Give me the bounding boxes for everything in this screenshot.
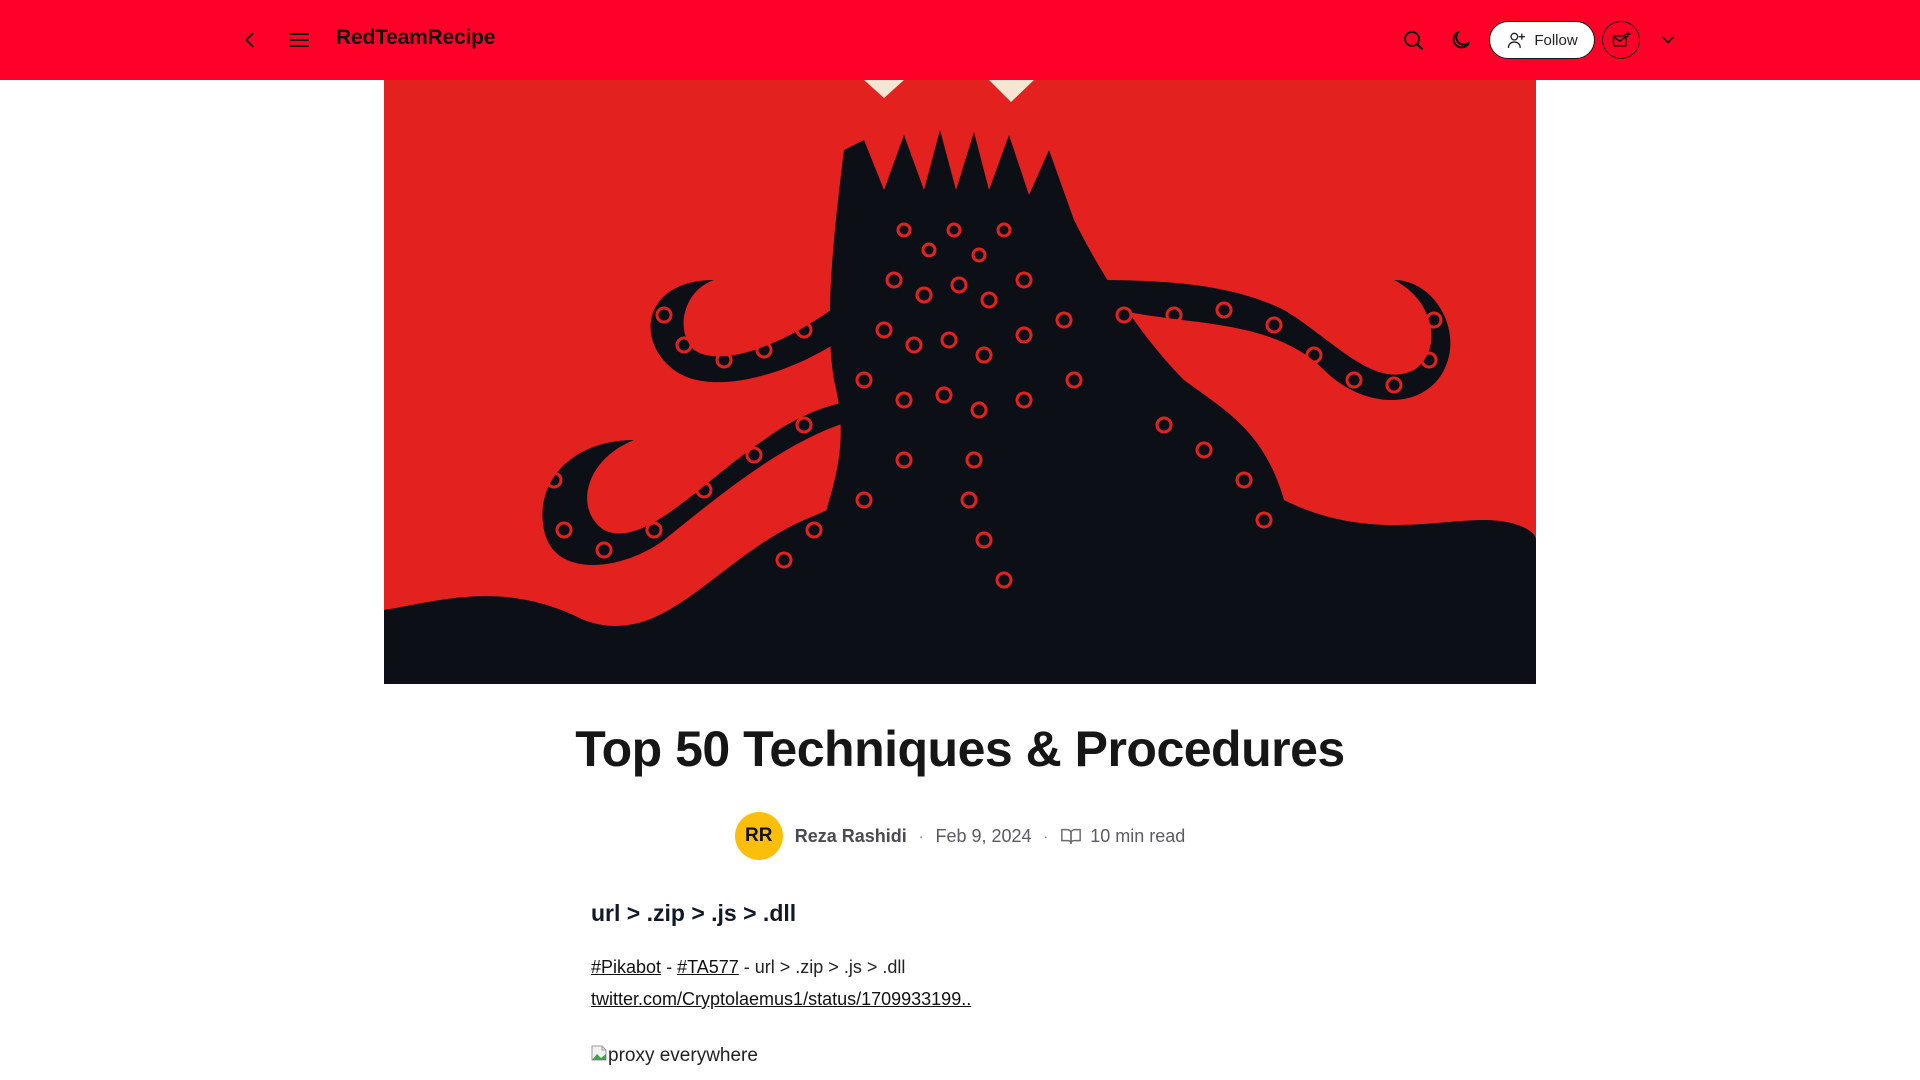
- hashtag-link-pikabot[interactable]: #Pikabot: [591, 957, 661, 977]
- article-meta: RR Reza Rashidi · Feb 9, 2024 · 10 min r…: [0, 812, 1920, 860]
- meta-separator: ·: [918, 828, 924, 844]
- broken-image-icon: [591, 1045, 607, 1061]
- paragraph: twitter.com/Cryptolaemus1/status/1709933…: [591, 983, 1331, 1015]
- article-title: Top 50 Techniques & Procedures: [575, 721, 1345, 777]
- chain-text: - url > .zip > .js > .dll: [738, 957, 906, 977]
- menu-button[interactable]: [279, 20, 319, 60]
- article-body: url > .zip > .js > .dll #Pikabot - #TA57…: [591, 900, 1331, 1067]
- octopus-illustration: [384, 80, 1536, 684]
- search-icon: [1404, 31, 1423, 50]
- blog-brand-name[interactable]: RedTeamRecipe: [336, 26, 495, 50]
- publish-date: Feb 9, 2024: [935, 825, 1032, 846]
- read-time-label: 10 min read: [1090, 825, 1186, 846]
- book-open-icon: [1061, 828, 1082, 845]
- subscribe-newsletter-button[interactable]: [1602, 21, 1640, 59]
- more-options-button[interactable]: [1648, 20, 1688, 60]
- search-button[interactable]: [1393, 20, 1433, 60]
- theme-toggle-button[interactable]: [1441, 20, 1481, 60]
- mail-plus-icon: [1612, 30, 1631, 47]
- twitter-status-link[interactable]: twitter.com/Cryptolaemus1/status/1709933…: [591, 989, 971, 1009]
- section-heading: url > .zip > .js > .dll: [591, 900, 797, 926]
- chevron-left-icon: [245, 32, 254, 48]
- author-avatar[interactable]: RR: [734, 812, 783, 860]
- article-image: proxy everywhere: [591, 1045, 1331, 1067]
- separator-text: -: [661, 957, 678, 977]
- top-navigation-bar: RedTeamRecipe Follow: [0, 0, 1920, 80]
- hamburger-menu-icon: [289, 33, 309, 47]
- cover-image: [384, 80, 1536, 684]
- hashtag-link-ta577[interactable]: #TA577: [677, 957, 739, 977]
- follow-label: Follow: [1534, 31, 1578, 49]
- paragraph: #Pikabot - #TA577 - url > .zip > .js > .…: [591, 951, 1331, 983]
- back-button[interactable]: [230, 20, 270, 60]
- moon-icon: [1452, 31, 1470, 49]
- read-time: 10 min read: [1060, 825, 1185, 847]
- follow-button[interactable]: Follow: [1489, 21, 1595, 59]
- chevron-down-icon: [1662, 36, 1674, 44]
- author-name[interactable]: Reza Rashidi: [795, 826, 907, 847]
- user-plus-icon: [1508, 32, 1526, 49]
- meta-separator: ·: [1043, 828, 1049, 844]
- image-alt-text: proxy everywhere: [608, 1045, 758, 1066]
